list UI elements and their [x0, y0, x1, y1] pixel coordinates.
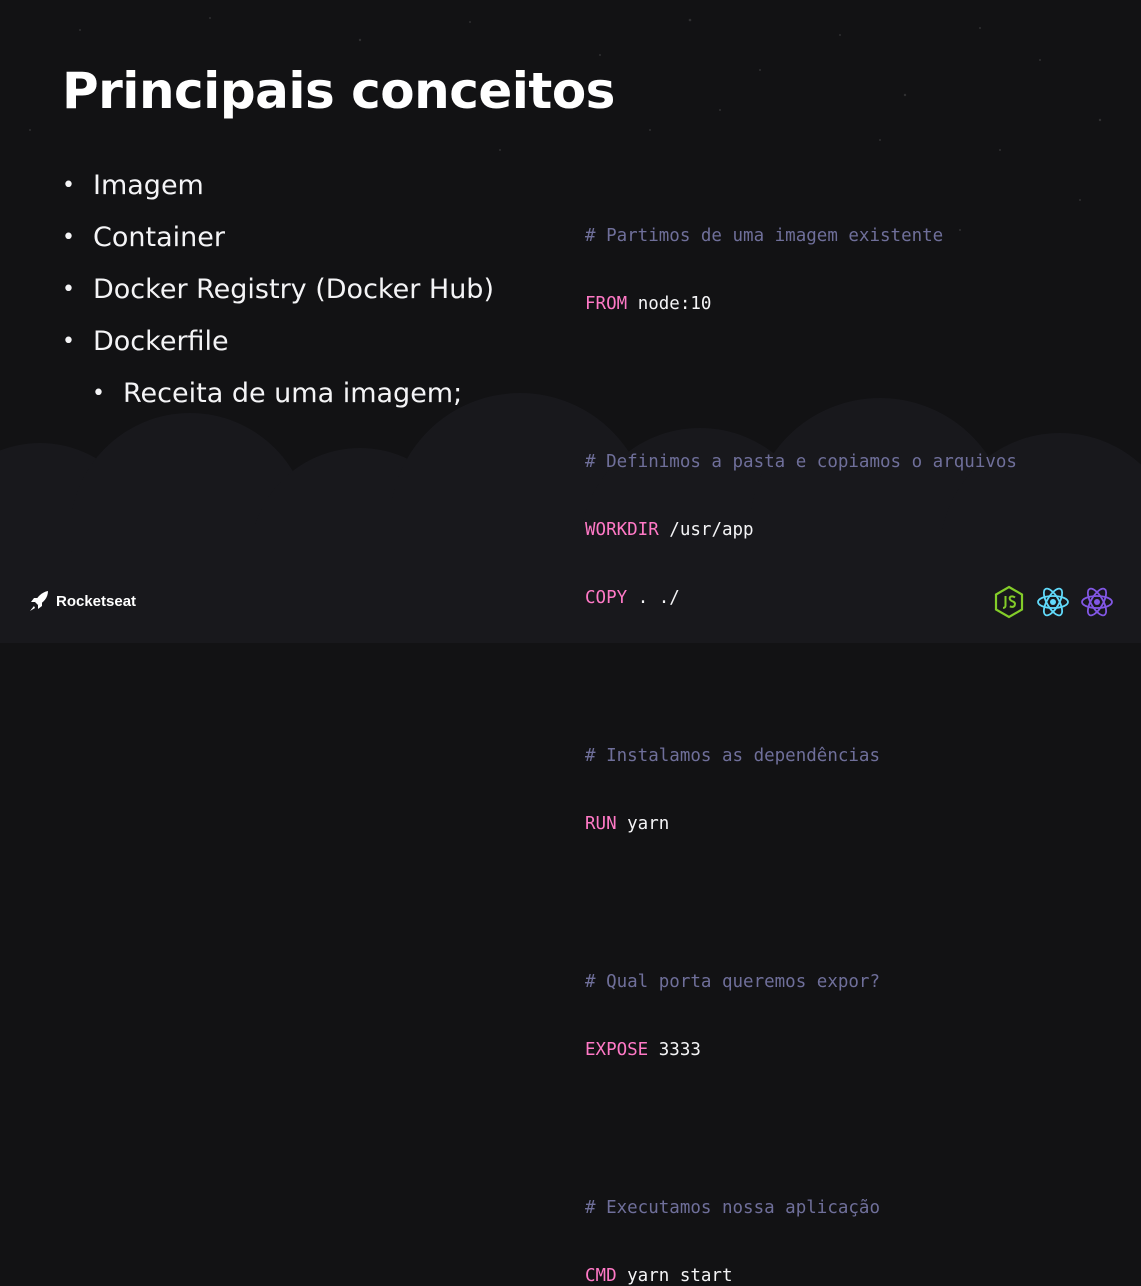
code-line: FROM node:10 — [585, 293, 1017, 316]
code-keyword: COPY — [585, 588, 627, 608]
code-comment: # Qual porta queremos expor? — [585, 971, 1017, 994]
code-comment: # Definimos a pasta e copiamos o arquivo… — [585, 451, 1017, 474]
code-blank-line — [585, 1106, 1017, 1129]
code-line: EXPOSE 3333 — [585, 1039, 1017, 1062]
bullet-item: Docker Registry (Docker Hub) — [62, 264, 494, 316]
code-comment: # Partimos de uma imagem existente — [585, 225, 1017, 248]
code-blank-line — [585, 361, 1017, 384]
code-line: COPY . ./ — [585, 587, 1017, 610]
code-keyword: EXPOSE — [585, 1040, 648, 1060]
sub-bullet-item: Receita de uma imagem; — [62, 368, 494, 420]
nodejs-icon — [991, 584, 1027, 620]
rocketseat-logo: Rocketseat — [28, 589, 136, 613]
code-line: RUN yarn — [585, 813, 1017, 836]
code-line: WORKDIR /usr/app — [585, 519, 1017, 542]
rocket-icon — [28, 589, 50, 613]
code-argument: node:10 — [627, 294, 711, 314]
react-native-icon — [1079, 584, 1115, 620]
code-keyword: FROM — [585, 294, 627, 314]
react-icon — [1035, 584, 1071, 620]
slide-title: Principais conceitos — [62, 62, 615, 120]
bullet-item: Container — [62, 212, 494, 264]
code-argument: . ./ — [627, 588, 680, 608]
bullet-list: Imagem Container Docker Registry (Docker… — [62, 160, 494, 420]
bullet-item: Dockerfile — [62, 316, 494, 368]
code-argument: yarn start — [617, 1266, 733, 1286]
brand-name: Rocketseat — [56, 593, 136, 610]
code-blank-line — [585, 880, 1017, 903]
code-comment: # Executamos nossa aplicação — [585, 1197, 1017, 1220]
code-comment: # Instalamos as dependências — [585, 745, 1017, 768]
code-argument: yarn — [617, 814, 670, 834]
code-argument: 3333 — [648, 1040, 701, 1060]
bullet-item: Imagem — [62, 160, 494, 212]
code-line: CMD yarn start — [585, 1265, 1017, 1286]
dockerfile-code-block: # Partimos de uma imagem existente FROM … — [585, 180, 1017, 1286]
code-keyword: CMD — [585, 1266, 617, 1286]
code-keyword: RUN — [585, 814, 617, 834]
code-keyword: WORKDIR — [585, 520, 659, 540]
code-argument: /usr/app — [659, 520, 754, 540]
code-blank-line — [585, 654, 1017, 677]
tech-icons — [991, 584, 1115, 620]
